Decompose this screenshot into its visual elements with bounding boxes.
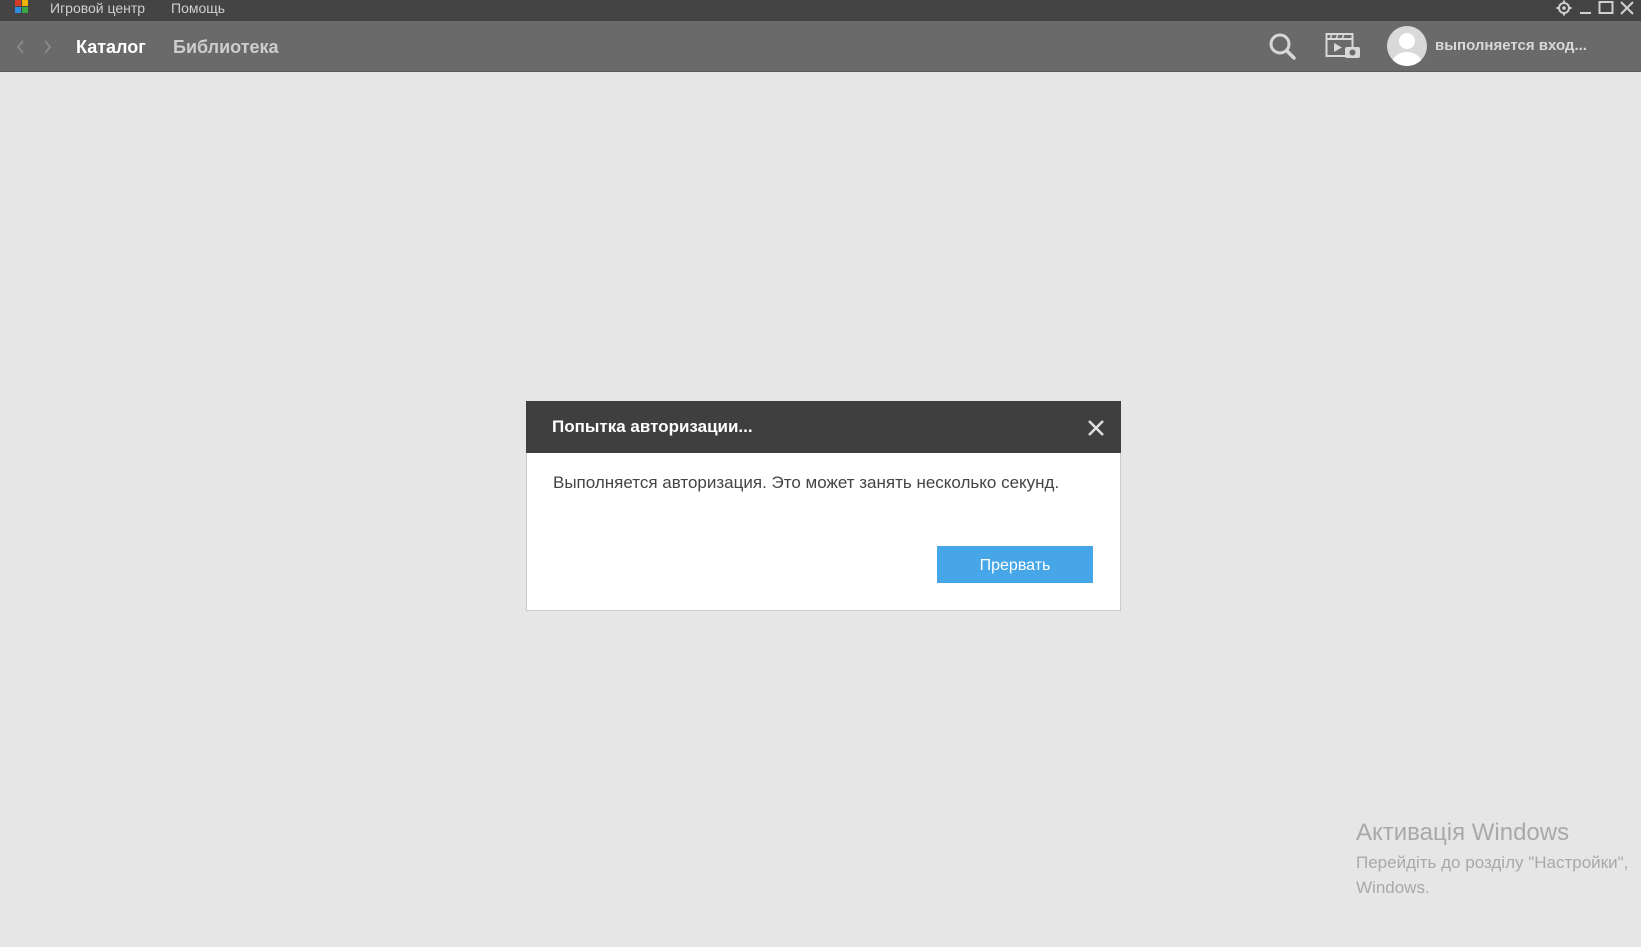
app-logo-icon[interactable] xyxy=(13,0,31,14)
activation-watermark-title: Активація Windows xyxy=(1356,819,1570,846)
menu-item-game-center[interactable]: Игровой центр xyxy=(50,0,145,16)
chevron-right-icon[interactable] xyxy=(41,39,53,55)
video-camera-icon[interactable] xyxy=(1325,31,1361,61)
search-icon[interactable] xyxy=(1267,31,1299,61)
minimize-icon[interactable] xyxy=(1577,0,1595,16)
activation-watermark-line2: Windows. xyxy=(1356,878,1430,897)
user-login-status[interactable]: выполняется вход... xyxy=(1435,36,1587,56)
authorization-dialog: Попытка авторизации... Выполняется автор… xyxy=(526,401,1121,611)
maximize-icon[interactable] xyxy=(1597,0,1615,16)
activation-watermark-line1: Перейдіть до розділу "Настройки", xyxy=(1356,853,1629,872)
gear-icon[interactable] xyxy=(1555,0,1573,16)
user-avatar-icon xyxy=(1392,33,1422,66)
navigation-bar: Каталог Библиотека выполняется вход... xyxy=(0,21,1641,72)
chevron-left-icon[interactable] xyxy=(15,39,27,55)
tab-catalog[interactable]: Каталог xyxy=(76,36,146,58)
dialog-title: Попытка авторизации... xyxy=(552,417,753,436)
close-icon[interactable] xyxy=(1087,419,1105,437)
menu-item-help[interactable]: Помощь xyxy=(171,0,225,16)
close-window-icon[interactable] xyxy=(1618,0,1636,16)
avatar[interactable] xyxy=(1387,26,1427,66)
dialog-message: Выполняется авторизация. Это может занят… xyxy=(553,473,1060,492)
abort-button[interactable]: Прервать xyxy=(937,546,1093,583)
dialog-header: Попытка авторизации... xyxy=(526,401,1121,453)
menu-bar: Игровой центр Помощь xyxy=(0,0,1641,21)
tab-library[interactable]: Библиотека xyxy=(173,36,279,58)
